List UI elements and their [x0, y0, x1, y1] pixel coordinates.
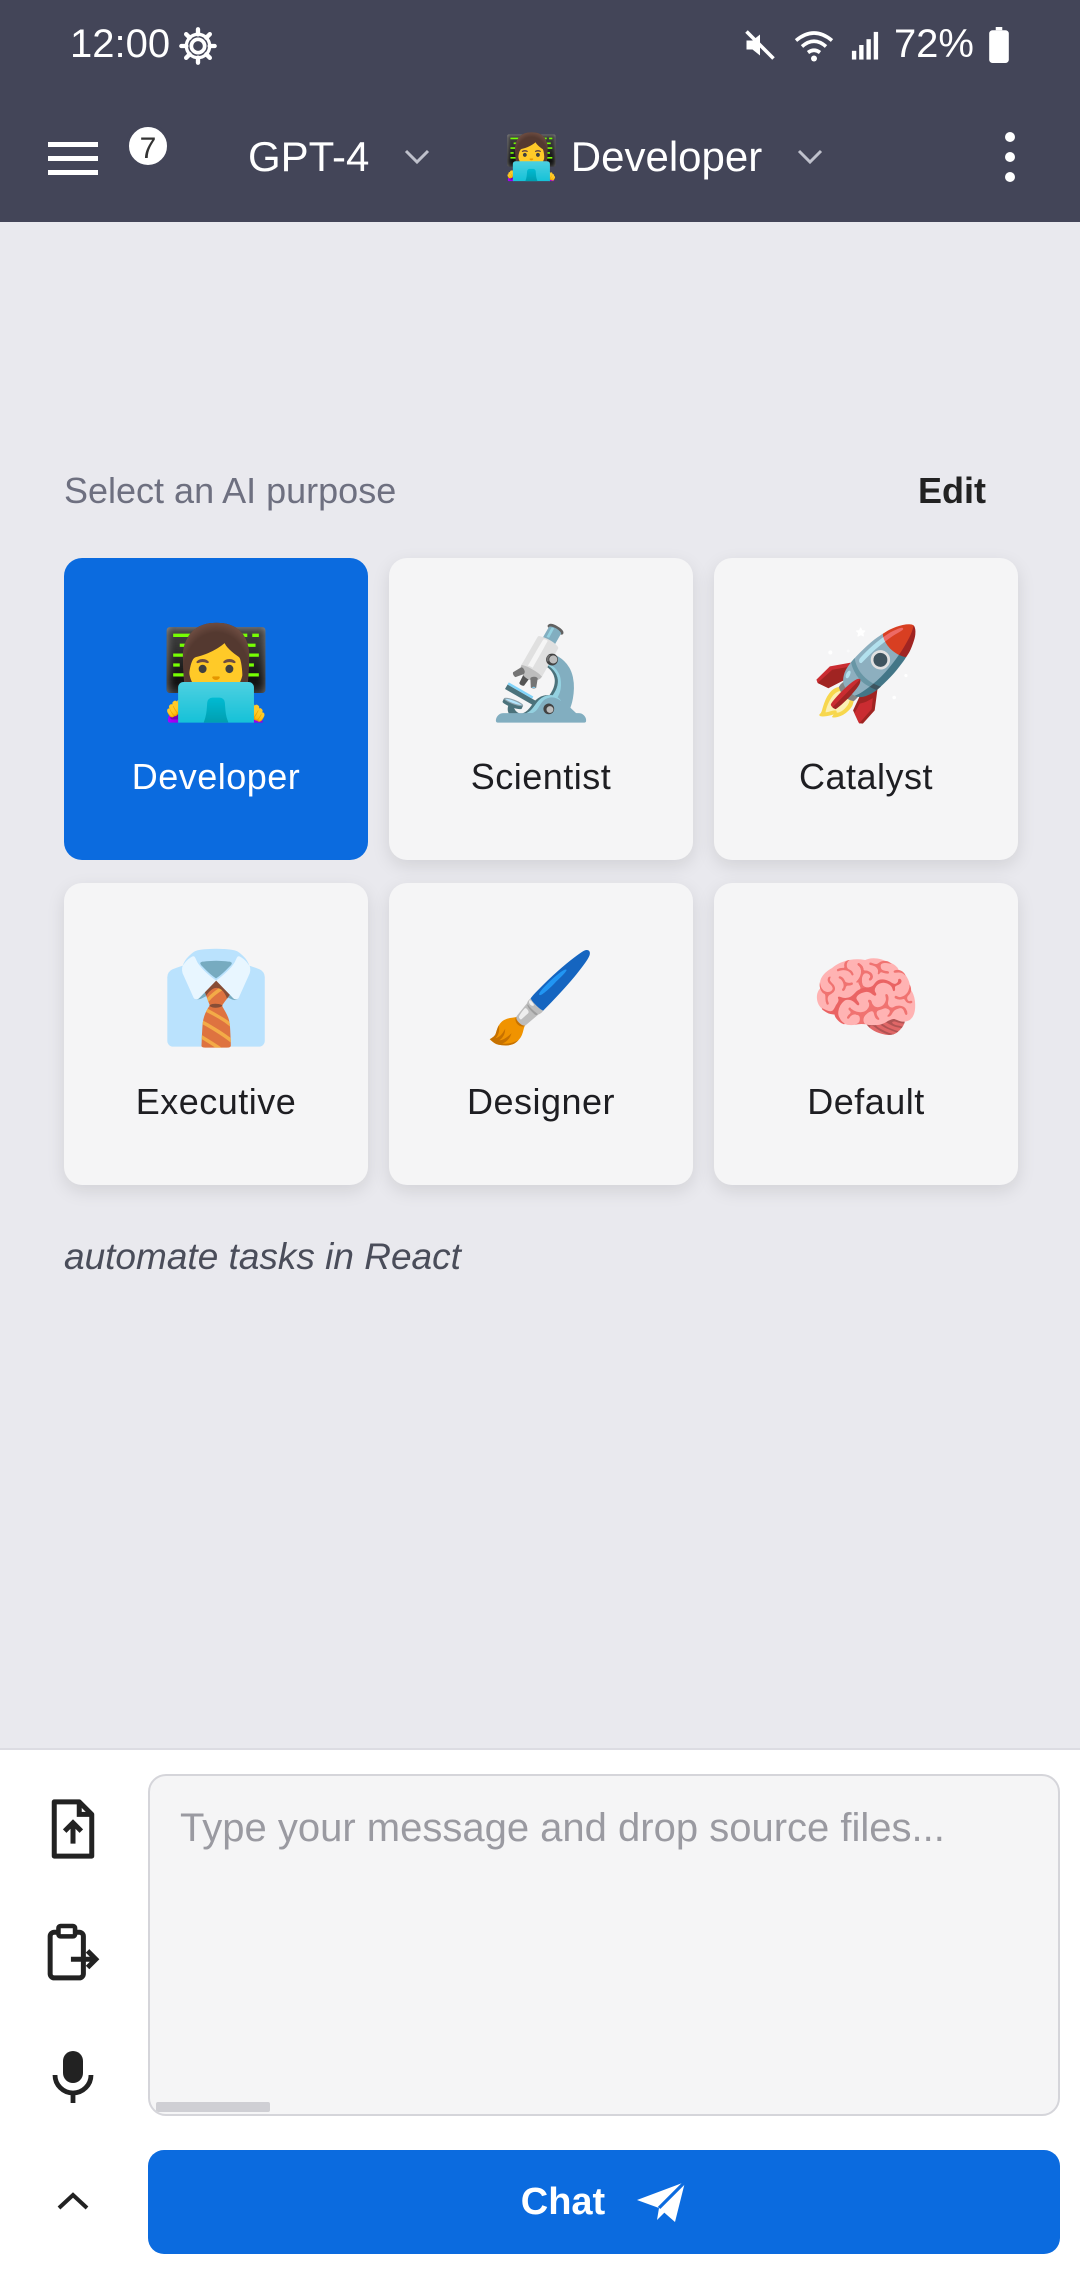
- notification-badge: 7: [126, 124, 170, 168]
- paste-clipboard-button[interactable]: [40, 1920, 106, 1986]
- message-input[interactable]: [150, 1776, 1058, 2114]
- tile-label: Designer: [466, 1081, 616, 1122]
- model-dropdown[interactable]: GPT-4: [248, 122, 431, 192]
- horizontal-scrollbar[interactable]: [156, 2102, 270, 2112]
- signal-icon: [851, 31, 879, 60]
- paintbrush-icon: 🖌️: [484, 948, 598, 1049]
- chat-button[interactable]: Chat: [148, 2150, 1060, 2254]
- microphone-button[interactable]: [40, 2044, 106, 2110]
- send-icon: [637, 2180, 687, 2222]
- edit-button[interactable]: Edit: [918, 470, 986, 512]
- tile-label: Default: [807, 1081, 925, 1122]
- attach-file-button[interactable]: [40, 1796, 106, 1862]
- app-bar: 7 GPT-4 👩‍💻 Developer: [0, 92, 1080, 222]
- persona-emoji-icon: 👩‍💻: [504, 133, 559, 182]
- chevron-up-icon: [57, 2192, 89, 2210]
- shirt-tie-icon: 👔: [159, 948, 273, 1049]
- purpose-tile-designer[interactable]: 🖌️ Designer: [389, 883, 693, 1185]
- message-composer: Chat: [0, 1748, 1080, 2273]
- status-bar: 12:00 72%: [0, 0, 1080, 92]
- purpose-tile-scientist[interactable]: 🔬 Scientist: [389, 558, 693, 860]
- tile-label: Developer: [131, 756, 301, 797]
- file-upload-icon: [51, 1799, 95, 1859]
- more-options-icon[interactable]: [990, 122, 1030, 192]
- chat-button-label: Chat: [520, 2180, 606, 2223]
- battery-percent: 72%: [893, 22, 974, 66]
- purpose-tile-developer[interactable]: 👩‍💻 Developer: [64, 558, 368, 860]
- expand-button[interactable]: [40, 2168, 106, 2234]
- purpose-tile-default[interactable]: 🧠 Default: [714, 883, 1018, 1185]
- chevron-down-icon: [405, 149, 430, 165]
- rocket-icon: 🚀: [809, 623, 923, 724]
- purpose-description: automate tasks in React: [64, 1236, 461, 1277]
- brain-icon: 🧠: [809, 948, 923, 1049]
- purpose-tile-executive[interactable]: 👔 Executive: [64, 883, 368, 1185]
- tile-label: Catalyst: [798, 756, 934, 797]
- hamburger-icon: [48, 142, 98, 175]
- status-time: 12:00: [70, 22, 171, 66]
- tile-label: Scientist: [470, 756, 612, 797]
- microphone-icon: [52, 2051, 94, 2103]
- purpose-heading: Select an AI purpose: [64, 470, 397, 511]
- menu-button[interactable]: 7: [44, 122, 170, 192]
- wifi-icon: [794, 30, 834, 61]
- clipboard-paste-icon: [47, 1923, 100, 1981]
- chevron-down-icon: [798, 149, 823, 165]
- persona-label: Developer: [570, 133, 763, 180]
- developer-emoji-icon: 👩‍💻: [159, 623, 273, 724]
- mute-icon: [745, 29, 775, 60]
- battery-icon: [989, 26, 1009, 63]
- gear-icon: [179, 27, 217, 65]
- message-input-box: [148, 1774, 1060, 2116]
- model-label: GPT-4: [248, 133, 370, 180]
- microscope-icon: 🔬: [484, 623, 598, 724]
- tile-label: Executive: [135, 1081, 297, 1122]
- purpose-tile-catalyst[interactable]: 🚀 Catalyst: [714, 558, 1018, 860]
- status-icons: 72%: [742, 22, 1010, 67]
- persona-dropdown[interactable]: 👩‍💻 Developer: [504, 122, 824, 192]
